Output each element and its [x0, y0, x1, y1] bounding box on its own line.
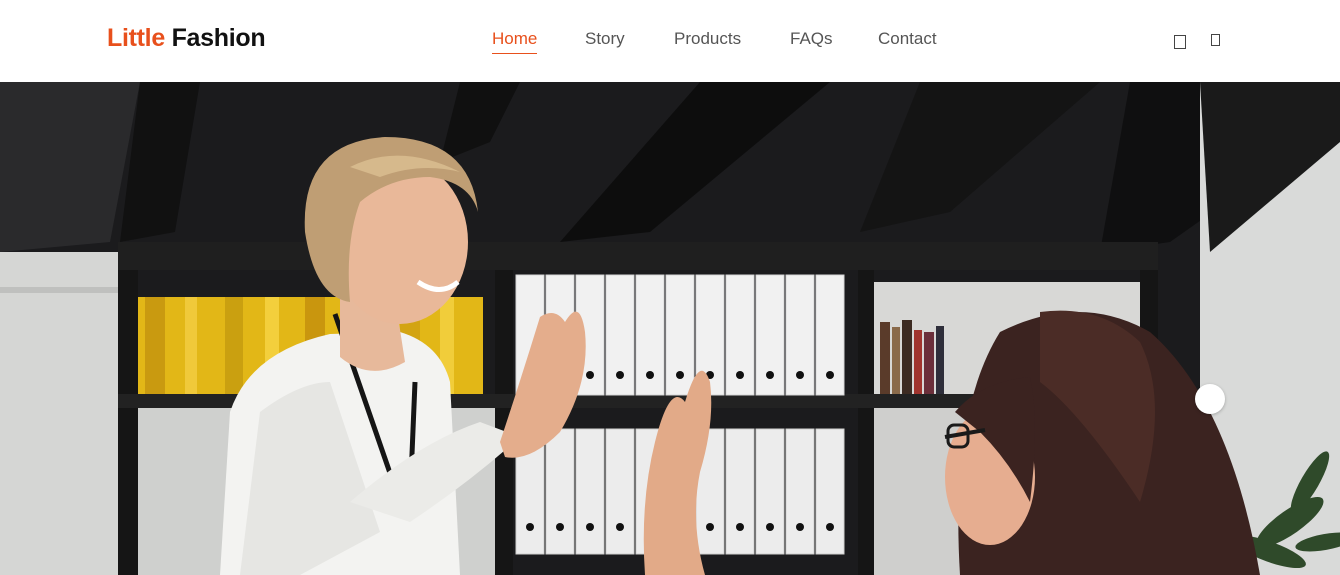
nav-link-faqs[interactable]: FAQs — [790, 28, 833, 53]
slider-dot[interactable] — [1195, 384, 1225, 414]
navbar: Little Fashion Home Story Products FAQs … — [0, 0, 1340, 82]
main-nav: Home Story Products FAQs Contact — [0, 28, 1340, 58]
nav-link-products[interactable]: Products — [674, 28, 741, 53]
nav-link-story[interactable]: Story — [585, 28, 625, 53]
nav-link-home[interactable]: Home — [492, 28, 538, 54]
bag-icon[interactable] — [1211, 34, 1220, 46]
hero-banner — [0, 82, 1340, 575]
hero-photo — [0, 82, 1340, 575]
user-icon[interactable] — [1174, 35, 1186, 49]
nav-link-contact[interactable]: Contact — [878, 28, 937, 53]
